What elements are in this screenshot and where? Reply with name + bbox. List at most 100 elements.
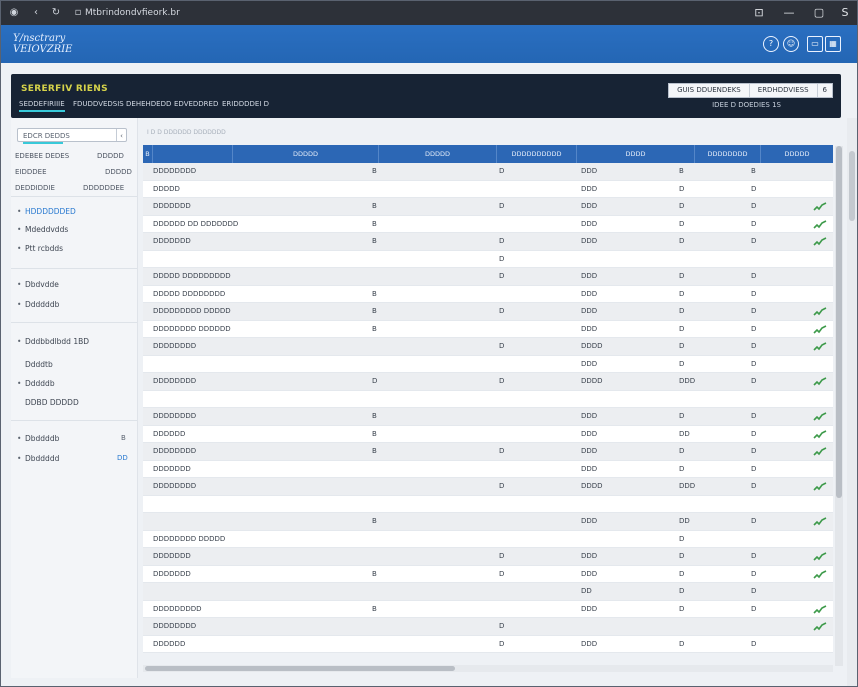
app-logo[interactable]: Y/nsctrary VEIOVZRIE [13, 33, 72, 55]
page-scroll-thumb[interactable] [849, 151, 855, 221]
table-row[interactable]: DDDDDD B DDD DD D [143, 425, 833, 443]
table-row[interactable]: DDDDDDDD DDDDD D [143, 530, 833, 548]
table-row[interactable]: DDDDDDDDD B DDD D D [143, 600, 833, 618]
back-icon[interactable]: ‹ [29, 6, 43, 20]
cell-col-4: D [679, 587, 685, 595]
table-row[interactable]: DDDDDDD B D DDD D D [143, 565, 833, 583]
table-row[interactable]: DDDDDDDD D DDDD DDD D [143, 478, 833, 496]
table-vertical-scrollbar[interactable] [835, 146, 843, 666]
column-header-select[interactable]: B [143, 145, 153, 163]
cell-name: DDDDDDDD [153, 167, 197, 175]
sidebar-search-input[interactable]: EDCR DEDDS ‹ [17, 128, 127, 142]
table-row[interactable]: DDDDDDDD D DDDD D D [143, 338, 833, 356]
cell-col-1: B [372, 517, 377, 525]
table-horizontal-scrollbar[interactable] [143, 665, 833, 672]
table-row[interactable]: DDD D D [143, 355, 833, 373]
table-row[interactable]: DDDDDDDD B DDD D D [143, 408, 833, 426]
sidebar-divider [11, 420, 137, 421]
banner-button-2[interactable]: ERDHDDVIESS [750, 84, 818, 97]
tab-icon[interactable]: ⊡ [745, 4, 773, 22]
trend-up-icon [813, 622, 827, 631]
banner-button-1[interactable]: GUIS DDUENDEKS [669, 84, 750, 97]
chevron-down-icon[interactable]: ‹ [116, 129, 126, 141]
column-header-1[interactable]: DDDDD [233, 145, 379, 163]
table-row[interactable]: DDDDD DDDDDDDDD D DDD D D [143, 268, 833, 286]
table-row[interactable]: DDDDDDDDD DDDDD B D DDD D D [143, 303, 833, 321]
table-row[interactable] [143, 495, 833, 513]
column-header-name[interactable] [153, 145, 233, 163]
cell-col-3: DDD [581, 569, 598, 578]
column-header-2[interactable]: DDDDD [379, 145, 497, 163]
cell-col-5: D [751, 342, 757, 350]
table-row[interactable]: DDDDDDDD D [143, 618, 833, 636]
sidebar-item-6[interactable]: • Dddbbdlbdd 1BD [17, 337, 89, 346]
sidebar-item-11[interactable]: • Dbddddd [17, 454, 59, 463]
app-window: ◉ ‹ ↻ ▫ Mtbrindondvfieork.br ⊡ — ▢ S Y/n… [0, 0, 858, 687]
help-icon[interactable]: ? [763, 36, 779, 52]
table-row[interactable]: DD D D [143, 583, 833, 601]
cell-name: DDDDD DDDDDDDD [153, 289, 226, 298]
tab-1[interactable]: SEDDEFIRIIIE [19, 100, 65, 112]
cell-col-2: D [499, 639, 505, 648]
table-row[interactable]: D [143, 250, 833, 268]
stat-label-1: EDEBEE DEDES [15, 152, 70, 160]
cell-col-3: DDDD [581, 482, 603, 490]
address-bar[interactable]: Mtbrindondvfieork.br [85, 6, 445, 20]
grid-icon[interactable]: ▦ [825, 36, 841, 52]
bullet-icon: • [17, 454, 22, 463]
maximize-icon[interactable]: ▢ [805, 4, 833, 22]
sidebar-item-9[interactable]: DDBD DDDDD [25, 398, 79, 407]
table-row[interactable] [143, 390, 833, 408]
minimize-icon[interactable]: — [775, 4, 803, 22]
column-header-4[interactable]: DDDD [577, 145, 695, 163]
cell-col-5: D [751, 412, 757, 420]
table-row[interactable]: DDDDDDD B D DDD D D [143, 198, 833, 216]
stat-value-2: DDDDD [105, 168, 132, 176]
cell-col-2: D [499, 254, 505, 263]
column-header-3[interactable]: DDDDDDDDDD [497, 145, 577, 163]
window-icon[interactable]: ▭ [807, 36, 823, 52]
sidebar-item-1[interactable]: • HDDDDDDED [17, 207, 76, 216]
tab-5[interactable]: ERIDDDDEI D [222, 100, 269, 108]
table-row[interactable]: DDDDDD DD DDDDDDD B DDD D D [143, 215, 833, 233]
table-row[interactable]: B DDD DD D [143, 513, 833, 531]
sidebar-item-10[interactable]: • Dbddddb [17, 434, 59, 443]
browser-logo-icon[interactable]: ◉ [7, 6, 21, 20]
table-row[interactable]: DDDDDDDDDDDD [143, 635, 833, 653]
table-row[interactable]: DDDDD DDD D D [143, 180, 833, 198]
sidebar-item-3[interactable]: • Ptt rcbdds [17, 244, 63, 253]
sidebar-item-4[interactable]: • Dbdvdde [17, 280, 59, 289]
table-row[interactable]: DDDDDDDD B D DDD B B [143, 163, 833, 181]
table-row[interactable]: DDDDDDDD DDDDDD B DDD D D [143, 320, 833, 338]
sidebar-item-label: Mdeddvdds [25, 225, 69, 234]
bullet-icon: • [17, 225, 22, 234]
column-header-5[interactable]: DDDDDDDD [695, 145, 761, 163]
cell-col-5: D [751, 482, 757, 490]
sidebar-item-label: Ptt rcbdds [25, 244, 64, 253]
table-row[interactable]: DDDDD DDDDDDDD B DDD D D [143, 285, 833, 303]
filter-bar[interactable]: I D D DDDDDD DDDDDDD [147, 129, 297, 138]
sidebar-item-8[interactable]: • Dddddb [17, 379, 55, 388]
column-header-6[interactable]: DDDDD [761, 145, 833, 163]
table-row[interactable]: DDDDDDDDDDDD [143, 460, 833, 478]
tab-3[interactable]: DEHEHDEDD [126, 100, 171, 108]
banner-button-3[interactable]: 6 [818, 84, 832, 97]
cell-col-4: D [679, 639, 685, 648]
vertical-scroll-thumb[interactable] [836, 146, 842, 498]
table-row[interactable]: DDDDDDDD D D DDDD DDD D [143, 373, 833, 391]
tab-2[interactable]: FDUDDVEDSIS [73, 100, 124, 108]
table-row[interactable]: DDDDDDDD B D DDD D D [143, 443, 833, 461]
cell-col-2: D [499, 569, 505, 578]
sidebar-item-5[interactable]: • Ddddddb [17, 300, 59, 309]
sidebar-item-2[interactable]: • Mdeddvdds [17, 225, 68, 234]
user-icon[interactable]: ☺ [783, 36, 799, 52]
sidebar-item-7[interactable]: Ddddtb [25, 360, 53, 369]
table-row[interactable]: DDDDDDD D DDD D D [143, 548, 833, 566]
close-icon[interactable]: S [831, 4, 857, 22]
reload-icon[interactable]: ↻ [49, 6, 63, 20]
horizontal-scroll-thumb[interactable] [145, 666, 455, 671]
cell-col-3: DDD [581, 289, 598, 298]
tab-4[interactable]: EDVEDDRED [174, 100, 218, 108]
cell-name: DDDDDDDD [153, 377, 197, 385]
table-row[interactable]: DDDDDDD B D DDD D D [143, 233, 833, 251]
